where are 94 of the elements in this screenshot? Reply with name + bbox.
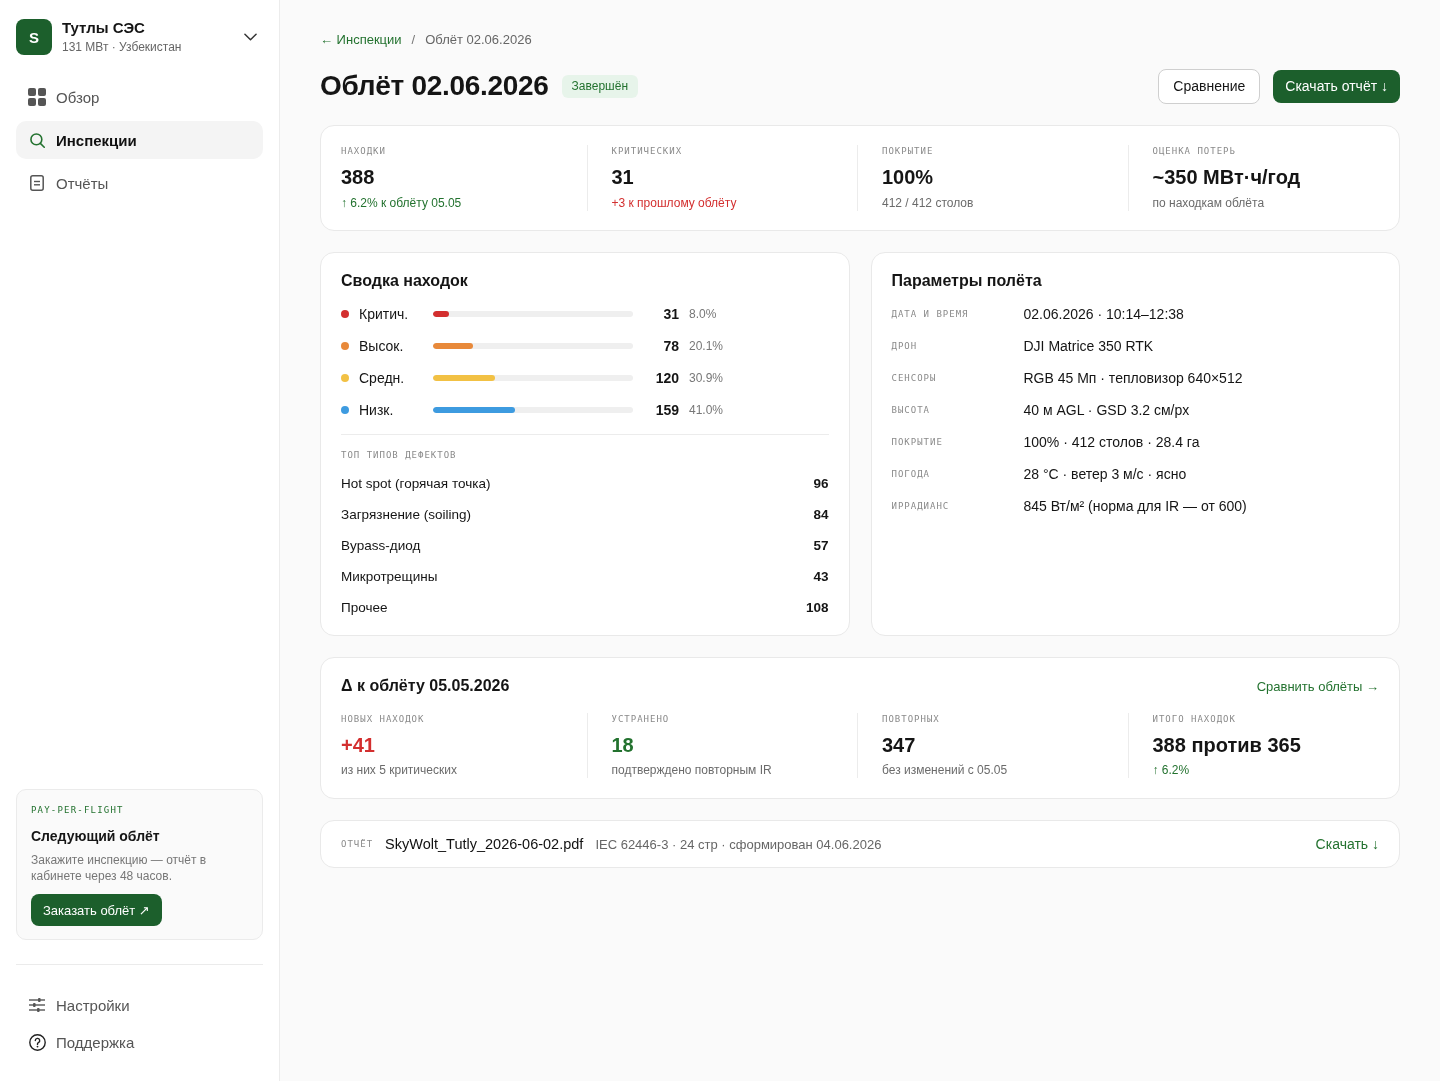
param-value: 100% · 412 столов · 28.4 га (1023, 434, 1200, 450)
severity-label: Критич. (359, 306, 409, 322)
card-title: Параметры полёта (891, 271, 1042, 291)
org-name: Тутлы СЭС (62, 19, 145, 37)
param-label: ПОКРЫТИЕ (891, 436, 943, 448)
stat-note: 412 / 412 столов (882, 195, 974, 211)
severity-count: 31 (663, 306, 679, 322)
stat-label: НОВЫХ НАХОДОК (341, 713, 425, 725)
nav-item[interactable]: Поддержка (16, 1025, 263, 1059)
nav-item[interactable]: Обзор (16, 78, 263, 116)
report-label: ОТЧЁТ (341, 838, 374, 850)
param-value: 28 °C · ветер 3 м/с · ясно (1023, 466, 1187, 482)
stat-value: 31 (611, 165, 634, 189)
stat-note: +3 к прошлому облёту (611, 195, 737, 211)
stat-note: ↑ 6.2% (1152, 762, 1190, 778)
severity-percent: 8.0% (689, 307, 717, 321)
report-filename: SkyWolt_Tutly_2026-06-02.pdf (385, 836, 584, 852)
chevron-down-icon[interactable] (244, 33, 257, 41)
report-meta: IEC 62446-3 · 24 стр · сформирован 04.06.2026 (595, 836, 882, 852)
param-label: ПОГОДА (891, 468, 930, 480)
org-details: 131 МВт · Узбекистан (62, 40, 182, 55)
severity-percent: 30.9% (689, 371, 724, 385)
defect-type-count: 43 (813, 569, 829, 584)
download-report-button[interactable]: Скачать отчёт ↓ (1273, 69, 1400, 103)
stat-note: из них 5 критических (341, 762, 457, 778)
severity-label: Средн. (359, 370, 405, 386)
card-title: Сводка находок (341, 271, 468, 291)
defect-type-name: Bypass-диод (341, 538, 421, 553)
stat-label: ОЦЕНКА ПОТЕРЬ (1152, 145, 1236, 157)
defect-type-name: Прочее (341, 600, 388, 615)
severity-count: 78 (663, 338, 679, 354)
page-title: Облёт 02.06.2026 (320, 69, 549, 103)
promo-text: Закажите инспекцию — отчёт в кабинете через 48 часов. (31, 852, 208, 884)
stat-value: 388 (341, 165, 375, 189)
defect-type-count: 57 (813, 538, 829, 553)
download-link[interactable]: Скачать ↓ (1315, 836, 1379, 852)
defect-type-count: 108 (805, 600, 829, 615)
param-value: 02.06.2026 · 10:14–12:38 (1023, 306, 1184, 322)
breadcrumb-back-link[interactable]: ← Инспекции (320, 31, 402, 49)
param-label: ИРРАДИАНС (891, 500, 950, 512)
stat-value: 388 против 365 (1152, 733, 1301, 757)
stat-label: КРИТИЧЕСКИХ (611, 145, 683, 157)
severity-count: 120 (655, 370, 679, 386)
stat-value: 100% (882, 165, 934, 189)
card-title: Δ к облёту 05.05.2026 (341, 676, 510, 696)
param-label: ДАТА И ВРЕМЯ (891, 308, 969, 320)
severity-percent: 41.0% (689, 403, 724, 417)
help-icon (28, 1033, 46, 1051)
severity-count: 159 (655, 402, 679, 418)
breadcrumb-separator: / (411, 31, 416, 49)
stat-value: 347 (882, 733, 916, 757)
status-badge: Завершён (561, 74, 638, 98)
stat-note: по находкам облёта (1152, 195, 1265, 211)
stat-note: без изменений с 05.05 (882, 762, 1008, 778)
param-label: ВЫСОТА (891, 404, 930, 416)
stat-label: ИТОГО НАХОДОК (1152, 713, 1236, 725)
stat-value: 18 (611, 733, 634, 757)
nav-item[interactable]: Настройки (16, 988, 263, 1022)
stat-label: НАХОДКИ (341, 145, 386, 157)
stat-label: ПОВТОРНЫХ (882, 713, 940, 725)
param-value: 845 Вт/м² (норма для IR — от 600) (1023, 498, 1247, 514)
section-label: ТОП ТИПОВ ДЕФЕКТОВ (341, 449, 457, 461)
breadcrumb-current: Облёт 02.06.2026 (425, 31, 532, 49)
compare-button[interactable]: Сравнение (1158, 68, 1261, 104)
stat-note: ↑ 6.2% к облёту 05.05 (341, 195, 462, 211)
promo-tag: PAY-PER-FLIGHT (31, 804, 124, 816)
stat-note: подтверждено повторным IR (611, 762, 772, 778)
compare-flights-link[interactable]: Сравнить облёты → (1256, 678, 1379, 694)
param-label: ДРОН (891, 340, 918, 352)
defect-type-name: Hot spot (горячая точка) (341, 476, 491, 491)
param-value: RGB 45 Мп · тепловизор 640×512 (1023, 370, 1243, 386)
sliders-icon (29, 998, 45, 1012)
defect-type-count: 96 (813, 476, 829, 491)
stat-value: ~350 МВт·ч/год (1152, 165, 1301, 189)
severity-label: Высок. (359, 338, 404, 354)
param-value: DJI Matrice 350 RTK (1023, 338, 1154, 354)
stat-label: ПОКРЫТИЕ (882, 145, 934, 157)
org-avatar: S (16, 19, 52, 55)
stat-value: +41 (341, 733, 375, 757)
severity-label: Низк. (359, 402, 394, 418)
nav-item[interactable]: Инспекции (16, 121, 263, 159)
search-icon (29, 132, 45, 148)
grid-icon (28, 88, 46, 106)
defect-type-name: Загрязнение (soiling) (341, 507, 471, 522)
defect-type-count: 84 (813, 507, 829, 522)
severity-percent: 20.1% (689, 339, 724, 353)
promo-title: Следующий облёт (31, 828, 160, 845)
param-label: СЕНСОРЫ (891, 372, 937, 384)
nav-item[interactable]: Отчёты (16, 164, 263, 202)
document-icon (30, 175, 44, 191)
param-value: 40 м AGL · GSD 3.2 см/px (1023, 402, 1190, 418)
stat-label: УСТРАНЕНО (611, 713, 670, 725)
defect-type-name: Микротрещины (341, 569, 438, 584)
order-flight-button[interactable]: Заказать облёт ↗ (31, 894, 162, 926)
